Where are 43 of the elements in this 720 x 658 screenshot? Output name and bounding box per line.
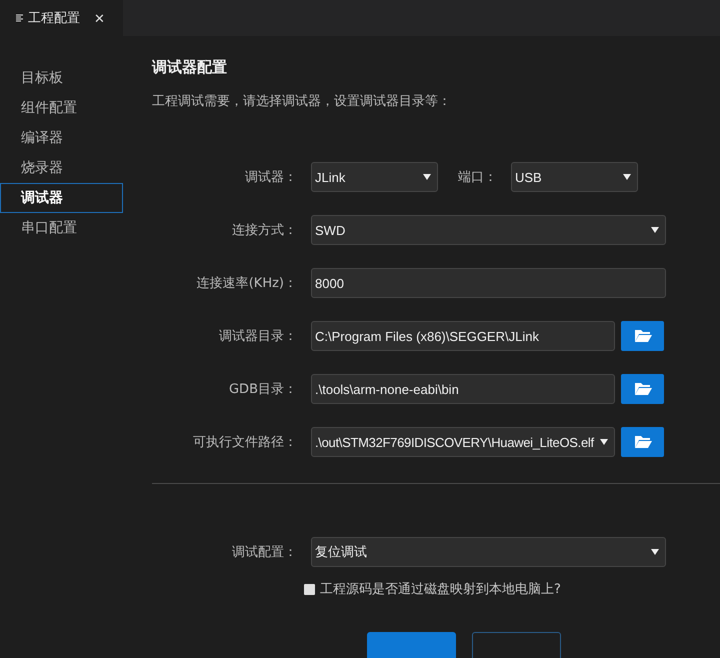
field-label: 连接速率(KHz)： xyxy=(196,275,298,292)
caret-icon xyxy=(600,439,608,445)
dropdown[interactable]: .\out\STM32F769IDISCOVERY\Huawei_LiteOS.elf xyxy=(311,427,615,457)
folder-icon xyxy=(634,329,652,343)
caret-icon xyxy=(651,549,659,555)
input-field[interactable]: .\tools\arm-none-eabi\bin xyxy=(311,374,615,404)
sidebar-item[interactable]: 组件配置 xyxy=(0,93,123,123)
section-description: 工程调试需要，请选择调试器，设置调试器目录等： xyxy=(152,93,452,110)
section-heading: 调试器配置 xyxy=(152,58,228,77)
checkbox-label: 工程源码是否通过磁盘映射到本地电脑上? xyxy=(320,581,561,598)
editor-tab[interactable]: 工程配置 ✕ xyxy=(0,0,123,36)
input-field[interactable]: C:\Program Files (x86)\SEGGER\JLink xyxy=(311,321,615,351)
caret-icon xyxy=(423,174,431,180)
field-label: GDB目录： xyxy=(228,381,298,398)
browse-button[interactable] xyxy=(621,374,664,404)
dropdown[interactable]: SWD xyxy=(311,215,666,245)
folder-icon xyxy=(634,435,652,449)
checkbox[interactable] xyxy=(304,584,315,594)
field-label: 调试器目录： xyxy=(218,328,298,345)
field-label: 调试配置： xyxy=(231,544,298,561)
field-label: 可执行文件路径： xyxy=(192,434,298,451)
disk-mapping-checkbox[interactable]: 工程源码是否通过磁盘映射到本地电脑上? xyxy=(304,580,720,598)
dropdown[interactable]: JLink xyxy=(311,162,438,192)
field-label: 调试器： xyxy=(244,169,298,186)
field-label: 连接方式： xyxy=(231,222,298,239)
tab-title: 工程配置 xyxy=(28,10,80,27)
caret-icon xyxy=(623,174,631,180)
menu-icon xyxy=(16,14,24,22)
sidebar-item[interactable]: 串口配置 xyxy=(0,213,123,243)
browse-button[interactable] xyxy=(621,321,664,351)
sidebar-item[interactable]: 编译器 xyxy=(0,123,123,153)
close-button[interactable]: ✕ xyxy=(90,10,109,26)
field-label: 端口： xyxy=(457,169,498,186)
folder-icon xyxy=(634,382,652,396)
dropdown[interactable]: USB xyxy=(511,162,638,192)
sidebar-item[interactable]: 目标板 xyxy=(0,63,123,93)
dropdown[interactable]: 复位调试 xyxy=(311,537,666,567)
input-field[interactable]: 8000 xyxy=(311,268,666,298)
caret-icon xyxy=(651,227,659,233)
secondary-button[interactable] xyxy=(472,632,561,658)
sidebar-item[interactable]: 调试器 xyxy=(0,183,123,213)
browse-button[interactable] xyxy=(621,427,664,457)
sidebar-item[interactable]: 烧录器 xyxy=(0,153,123,183)
